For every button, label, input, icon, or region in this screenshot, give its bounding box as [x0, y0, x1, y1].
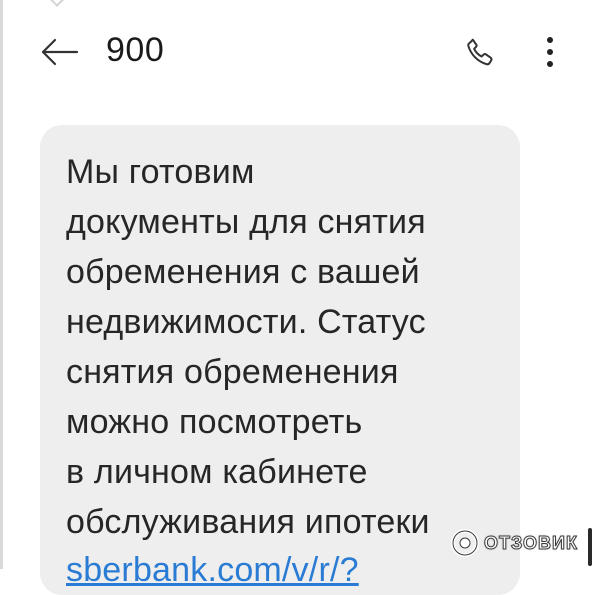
scrollbar[interactable] [588, 528, 592, 566]
call-button[interactable] [458, 30, 502, 74]
conversation-header: 900 [0, 0, 600, 110]
message-bubble[interactable]: Мы готовим документы для снятия обремене… [40, 125, 520, 595]
more-vertical-icon [547, 37, 553, 67]
phone-icon [467, 38, 493, 66]
back-button[interactable] [38, 32, 82, 72]
message-text: Мы готовим документы для снятия обремене… [66, 153, 430, 541]
otzovik-logo-icon [451, 529, 479, 557]
more-options-button[interactable] [530, 30, 570, 74]
arrow-left-icon [41, 38, 79, 66]
watermark: ОТЗОВИК [450, 527, 578, 559]
message-link[interactable]: sberbank.com/v/r/? [66, 545, 496, 595]
conversation-title: 900 [106, 31, 165, 69]
watermark-text: ОТЗОВИК [484, 532, 578, 553]
